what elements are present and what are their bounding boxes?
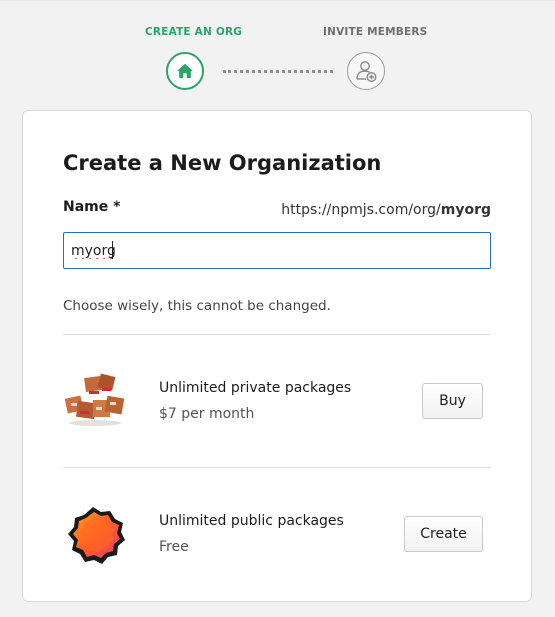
step-create-org-label: CREATE AN ORG <box>145 26 243 38</box>
org-url-preview: https://npmjs.com/org/myorg <box>281 202 491 218</box>
private-packages-illustration <box>63 367 127 431</box>
org-name-input[interactable] <box>63 232 491 269</box>
home-icon <box>177 63 193 78</box>
step-create-org <box>166 52 204 90</box>
create-button[interactable]: Create <box>404 516 483 552</box>
private-plan-price: $7 per month <box>159 406 255 422</box>
divider <box>63 334 491 335</box>
private-plan-title: Unlimited private packages <box>159 380 352 396</box>
page-title: Create a New Organization <box>63 151 382 175</box>
create-org-card: Create a New Organization Name * https:/… <box>22 110 532 602</box>
public-plan-price: Free <box>159 539 189 555</box>
org-url-prefix: https://npmjs.com/org/ <box>281 202 441 218</box>
name-label: Name * <box>63 199 121 215</box>
step-invite-members-label: INVITE MEMBERS <box>323 26 428 38</box>
text-caret <box>112 241 113 259</box>
public-plan-title: Unlimited public packages <box>159 513 344 529</box>
name-hint: Choose wisely, this cannot be changed. <box>63 298 331 314</box>
org-url-name: myorg <box>440 202 491 218</box>
buy-button[interactable]: Buy <box>422 383 483 419</box>
top-border <box>0 0 555 1</box>
step-connector <box>223 70 333 73</box>
public-packages-badge <box>63 503 127 567</box>
add-user-icon <box>356 61 377 83</box>
divider <box>63 467 491 468</box>
step-invite-members <box>347 52 385 90</box>
